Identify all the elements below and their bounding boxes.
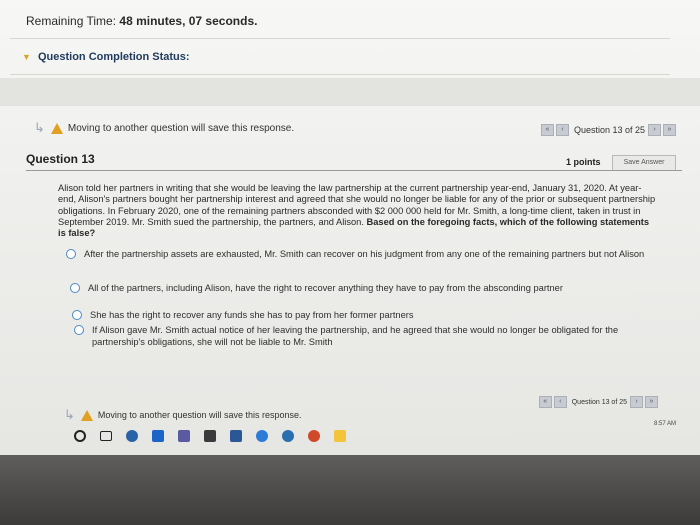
teams-icon[interactable] [178, 430, 190, 442]
first-question-icon[interactable]: « [538, 396, 552, 408]
answer-option[interactable]: All of the partners, including Alison, h… [70, 282, 650, 294]
taskbar [74, 425, 684, 447]
system-tray[interactable]: 8:57 AM [654, 420, 676, 428]
question-counter: Question 13 of 25 [573, 125, 645, 135]
answer-option[interactable]: After the partnership assets are exhaust… [66, 248, 646, 260]
completion-status-toggle[interactable]: ▼ Question Completion Status: [22, 51, 190, 63]
question-text: Alison told her partners in writing that… [58, 183, 658, 239]
store-icon[interactable] [204, 430, 216, 442]
sticky-notes-icon[interactable] [334, 430, 346, 442]
answer-option-text: If Alison gave Mr. Smith actual notice o… [92, 325, 619, 347]
last-question-icon[interactable]: » [645, 396, 658, 408]
save-answer-button[interactable]: Save Answer [612, 155, 676, 171]
question-title: Question 13 [26, 152, 95, 166]
divider [10, 38, 670, 39]
completion-status-label: Question Completion Status: [37, 51, 190, 63]
question-divider [26, 170, 682, 171]
triangle-down-icon: ▼ [22, 52, 31, 62]
warning-icon [80, 409, 93, 421]
next-question-icon[interactable]: › [648, 124, 661, 136]
save-warning-text: Moving to another question will save thi… [67, 122, 295, 134]
monitor-bezel [0, 455, 700, 525]
radio-button[interactable] [72, 310, 82, 320]
remaining-time-label: Remaining Time: [26, 14, 117, 28]
task-view-icon[interactable] [100, 431, 112, 441]
word-icon[interactable] [230, 430, 242, 442]
browser-viewport: Remaining Time: 48 minutes, 07 seconds. … [0, 0, 700, 455]
radio-button[interactable] [66, 249, 76, 259]
question-navigator: « ‹ Question 13 of 25 › » [540, 124, 678, 136]
chrome-icon[interactable] [126, 430, 138, 442]
answer-option[interactable]: If Alison gave Mr. Smith actual notice o… [74, 324, 654, 348]
tray-clock: 8:57 AM [653, 421, 676, 427]
completion-status-panel [0, 78, 700, 106]
radio-button[interactable] [70, 283, 80, 293]
answer-option-text: After the partnership assets are exhaust… [84, 249, 645, 259]
warning-icon [50, 122, 63, 134]
answer-option-text: She has the right to recover any funds s… [90, 310, 414, 320]
return-arrow-icon: ↳ [64, 407, 75, 422]
previous-question-icon[interactable]: ‹ [555, 124, 569, 136]
footer-save-warning-text: Moving to another question will save thi… [97, 410, 302, 420]
cortana-circle-icon[interactable] [74, 430, 86, 442]
footer-save-warning: ↳ Moving to another question will save t… [64, 407, 302, 423]
footer-question-navigator: « ‹ Question 13 of 25 › » [538, 396, 660, 408]
radio-button[interactable] [74, 325, 84, 335]
answer-option-text: All of the partners, including Alison, h… [88, 283, 563, 293]
return-arrow-icon: ↳ [34, 120, 45, 135]
last-question-icon[interactable]: » [663, 124, 676, 136]
photos-icon[interactable] [308, 430, 320, 442]
save-warning: ↳ Moving to another question will save t… [34, 120, 294, 136]
remaining-time: Remaining Time: 48 minutes, 07 seconds. [26, 14, 257, 28]
answer-option[interactable]: She has the right to recover any funds s… [72, 309, 652, 321]
footer-question-counter: Question 13 of 25 [571, 398, 627, 406]
question-points: 1 points [566, 157, 601, 167]
settings-icon[interactable] [282, 430, 294, 442]
first-question-icon[interactable]: « [540, 124, 554, 136]
outlook-icon[interactable] [152, 430, 164, 442]
previous-question-icon[interactable]: ‹ [553, 396, 567, 408]
next-question-icon[interactable]: › [630, 396, 643, 408]
divider [10, 74, 670, 75]
edge-icon[interactable] [256, 430, 268, 442]
remaining-time-value: 48 minutes, 07 seconds. [119, 14, 258, 28]
